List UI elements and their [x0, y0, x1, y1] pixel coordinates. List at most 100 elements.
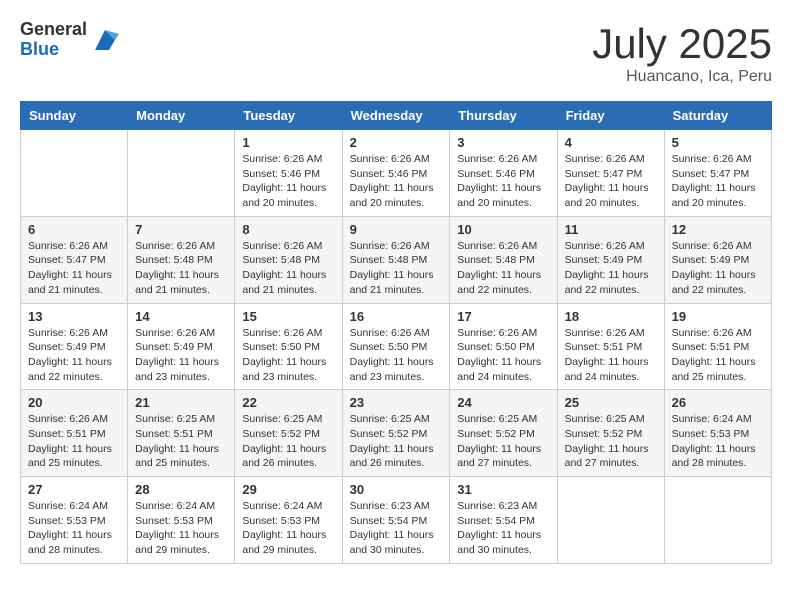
day-of-week-header: Saturday — [664, 102, 771, 130]
day-info: Sunrise: 6:26 AM Sunset: 5:48 PM Dayligh… — [242, 239, 334, 298]
day-number: 21 — [135, 395, 227, 410]
day-info: Sunrise: 6:26 AM Sunset: 5:50 PM Dayligh… — [350, 326, 443, 385]
calendar-day-cell: 16 Sunrise: 6:26 AM Sunset: 5:50 PM Dayli… — [342, 303, 450, 390]
calendar-day-cell: 2 Sunrise: 6:26 AM Sunset: 5:46 PM Daylig… — [342, 130, 450, 217]
page-header: General Blue July 2025 Huancano, Ica, Pe… — [20, 20, 772, 86]
day-number: 22 — [242, 395, 334, 410]
calendar-week-row: 1 Sunrise: 6:26 AM Sunset: 5:46 PM Daylig… — [21, 130, 772, 217]
day-number: 20 — [28, 395, 120, 410]
day-number: 12 — [672, 222, 764, 237]
calendar-week-row: 13 Sunrise: 6:26 AM Sunset: 5:49 PM Dayli… — [21, 303, 772, 390]
calendar-day-cell: 30Sunrise: 6:23 AM Sunset: 5:54 PM Dayli… — [342, 477, 450, 564]
calendar-day-cell: 14 Sunrise: 6:26 AM Sunset: 5:49 PM Dayli… — [128, 303, 235, 390]
calendar-day-cell: 27Sunrise: 6:24 AM Sunset: 5:53 PM Dayli… — [21, 477, 128, 564]
day-number: 17 — [457, 309, 549, 324]
logo-general-text: General — [20, 20, 87, 40]
day-number: 7 — [135, 222, 227, 237]
day-number: 2 — [350, 135, 443, 150]
day-info: Sunrise: 6:24 AM Sunset: 5:53 PM Dayligh… — [135, 499, 227, 558]
day-number: 31 — [457, 482, 549, 497]
logo-blue-text: Blue — [20, 40, 87, 60]
day-number: 13 — [28, 309, 120, 324]
day-info: Sunrise: 6:26 AM Sunset: 5:48 PM Dayligh… — [457, 239, 549, 298]
day-number: 4 — [565, 135, 657, 150]
calendar-day-cell: 21 Sunrise: 6:25 AM Sunset: 5:51 PM Dayli… — [128, 390, 235, 477]
calendar-day-cell: 5 Sunrise: 6:26 AM Sunset: 5:47 PM Daylig… — [664, 130, 771, 217]
day-info: Sunrise: 6:26 AM Sunset: 5:51 PM Dayligh… — [28, 412, 120, 471]
day-info: Sunrise: 6:25 AM Sunset: 5:52 PM Dayligh… — [565, 412, 657, 471]
calendar-day-cell: 8 Sunrise: 6:26 AM Sunset: 5:48 PM Daylig… — [235, 216, 342, 303]
calendar-day-cell: 9Sunrise: 6:26 AM Sunset: 5:48 PM Daylig… — [342, 216, 450, 303]
location-subtitle: Huancano, Ica, Peru — [592, 68, 772, 86]
day-of-week-header: Tuesday — [235, 102, 342, 130]
calendar-day-cell: 15Sunrise: 6:26 AM Sunset: 5:50 PM Dayli… — [235, 303, 342, 390]
day-info: Sunrise: 6:26 AM Sunset: 5:49 PM Dayligh… — [28, 326, 120, 385]
day-number: 26 — [672, 395, 764, 410]
day-number: 23 — [350, 395, 443, 410]
calendar-week-row: 6 Sunrise: 6:26 AM Sunset: 5:47 PM Daylig… — [21, 216, 772, 303]
day-of-week-header: Sunday — [21, 102, 128, 130]
day-number: 8 — [242, 222, 334, 237]
day-number: 18 — [565, 309, 657, 324]
calendar-day-cell: 23 Sunrise: 6:25 AM Sunset: 5:52 PM Dayli… — [342, 390, 450, 477]
day-number: 28 — [135, 482, 227, 497]
logo: General Blue — [20, 20, 119, 60]
day-number: 14 — [135, 309, 227, 324]
day-info: Sunrise: 6:24 AM Sunset: 5:53 PM Dayligh… — [672, 412, 764, 471]
day-number: 19 — [672, 309, 764, 324]
calendar-day-cell: 4 Sunrise: 6:26 AM Sunset: 5:47 PM Daylig… — [557, 130, 664, 217]
day-info: Sunrise: 6:26 AM Sunset: 5:47 PM Dayligh… — [672, 152, 764, 211]
day-number: 6 — [28, 222, 120, 237]
day-of-week-header: Friday — [557, 102, 664, 130]
day-info: Sunrise: 6:26 AM Sunset: 5:49 PM Dayligh… — [565, 239, 657, 298]
day-info: Sunrise: 6:25 AM Sunset: 5:52 PM Dayligh… — [457, 412, 549, 471]
day-number: 1 — [242, 135, 334, 150]
logo-icon — [91, 26, 119, 54]
calendar-day-cell — [128, 130, 235, 217]
day-info: Sunrise: 6:25 AM Sunset: 5:51 PM Dayligh… — [135, 412, 227, 471]
day-info: Sunrise: 6:26 AM Sunset: 5:47 PM Dayligh… — [565, 152, 657, 211]
day-number: 24 — [457, 395, 549, 410]
day-number: 11 — [565, 222, 657, 237]
day-number: 9 — [350, 222, 443, 237]
calendar-table: SundayMondayTuesdayWednesdayThursdayFrid… — [20, 101, 772, 564]
calendar-day-cell: 25 Sunrise: 6:25 AM Sunset: 5:52 PM Dayli… — [557, 390, 664, 477]
day-info: Sunrise: 6:25 AM Sunset: 5:52 PM Dayligh… — [350, 412, 443, 471]
calendar-day-cell: 28 Sunrise: 6:24 AM Sunset: 5:53 PM Dayli… — [128, 477, 235, 564]
day-number: 3 — [457, 135, 549, 150]
day-info: Sunrise: 6:26 AM Sunset: 5:46 PM Dayligh… — [350, 152, 443, 211]
day-info: Sunrise: 6:26 AM Sunset: 5:50 PM Dayligh… — [457, 326, 549, 385]
day-info: Sunrise: 6:26 AM Sunset: 5:49 PM Dayligh… — [672, 239, 764, 298]
calendar-day-cell: 3 Sunrise: 6:26 AM Sunset: 5:46 PM Daylig… — [450, 130, 557, 217]
day-info: Sunrise: 6:23 AM Sunset: 5:54 PM Dayligh… — [457, 499, 549, 558]
calendar-day-cell: 10 Sunrise: 6:26 AM Sunset: 5:48 PM Dayli… — [450, 216, 557, 303]
day-info: Sunrise: 6:25 AM Sunset: 5:52 PM Dayligh… — [242, 412, 334, 471]
day-info: Sunrise: 6:26 AM Sunset: 5:48 PM Dayligh… — [135, 239, 227, 298]
calendar-day-cell: 18Sunrise: 6:26 AM Sunset: 5:51 PM Dayli… — [557, 303, 664, 390]
calendar-day-cell — [557, 477, 664, 564]
day-number: 10 — [457, 222, 549, 237]
day-number: 15 — [242, 309, 334, 324]
day-number: 16 — [350, 309, 443, 324]
day-info: Sunrise: 6:26 AM Sunset: 5:51 PM Dayligh… — [672, 326, 764, 385]
calendar-week-row: 27 Sunrise: 6:24 AM Sunset: 5:53 PM Dayli… — [21, 477, 772, 564]
day-info: Sunrise: 6:26 AM Sunset: 5:49 PM Dayligh… — [135, 326, 227, 385]
calendar-header-row: SundayMondayTuesdayWednesdayThursdayFrid… — [21, 102, 772, 130]
calendar-day-cell: 24 Sunrise: 6:25 AM Sunset: 5:52 PM Dayli… — [450, 390, 557, 477]
day-of-week-header: Thursday — [450, 102, 557, 130]
calendar-day-cell: 12 Sunrise: 6:26 AM Sunset: 5:49 PM Dayli… — [664, 216, 771, 303]
day-number: 5 — [672, 135, 764, 150]
calendar-day-cell: 1Sunrise: 6:26 AM Sunset: 5:46 PM Daylig… — [235, 130, 342, 217]
calendar-day-cell: 17 Sunrise: 6:26 AM Sunset: 5:50 PM Dayli… — [450, 303, 557, 390]
day-info: Sunrise: 6:26 AM Sunset: 5:46 PM Dayligh… — [457, 152, 549, 211]
month-title: July 2025 — [592, 20, 772, 68]
day-number: 27 — [28, 482, 120, 497]
calendar-day-cell: 20 Sunrise: 6:26 AM Sunset: 5:51 PM Dayli… — [21, 390, 128, 477]
calendar-day-cell: 11 Sunrise: 6:26 AM Sunset: 5:49 PM Dayli… — [557, 216, 664, 303]
day-number: 25 — [565, 395, 657, 410]
day-info: Sunrise: 6:24 AM Sunset: 5:53 PM Dayligh… — [242, 499, 334, 558]
title-section: July 2025 Huancano, Ica, Peru — [592, 20, 772, 86]
calendar-day-cell: 13 Sunrise: 6:26 AM Sunset: 5:49 PM Dayli… — [21, 303, 128, 390]
day-info: Sunrise: 6:26 AM Sunset: 5:47 PM Dayligh… — [28, 239, 120, 298]
day-of-week-header: Wednesday — [342, 102, 450, 130]
